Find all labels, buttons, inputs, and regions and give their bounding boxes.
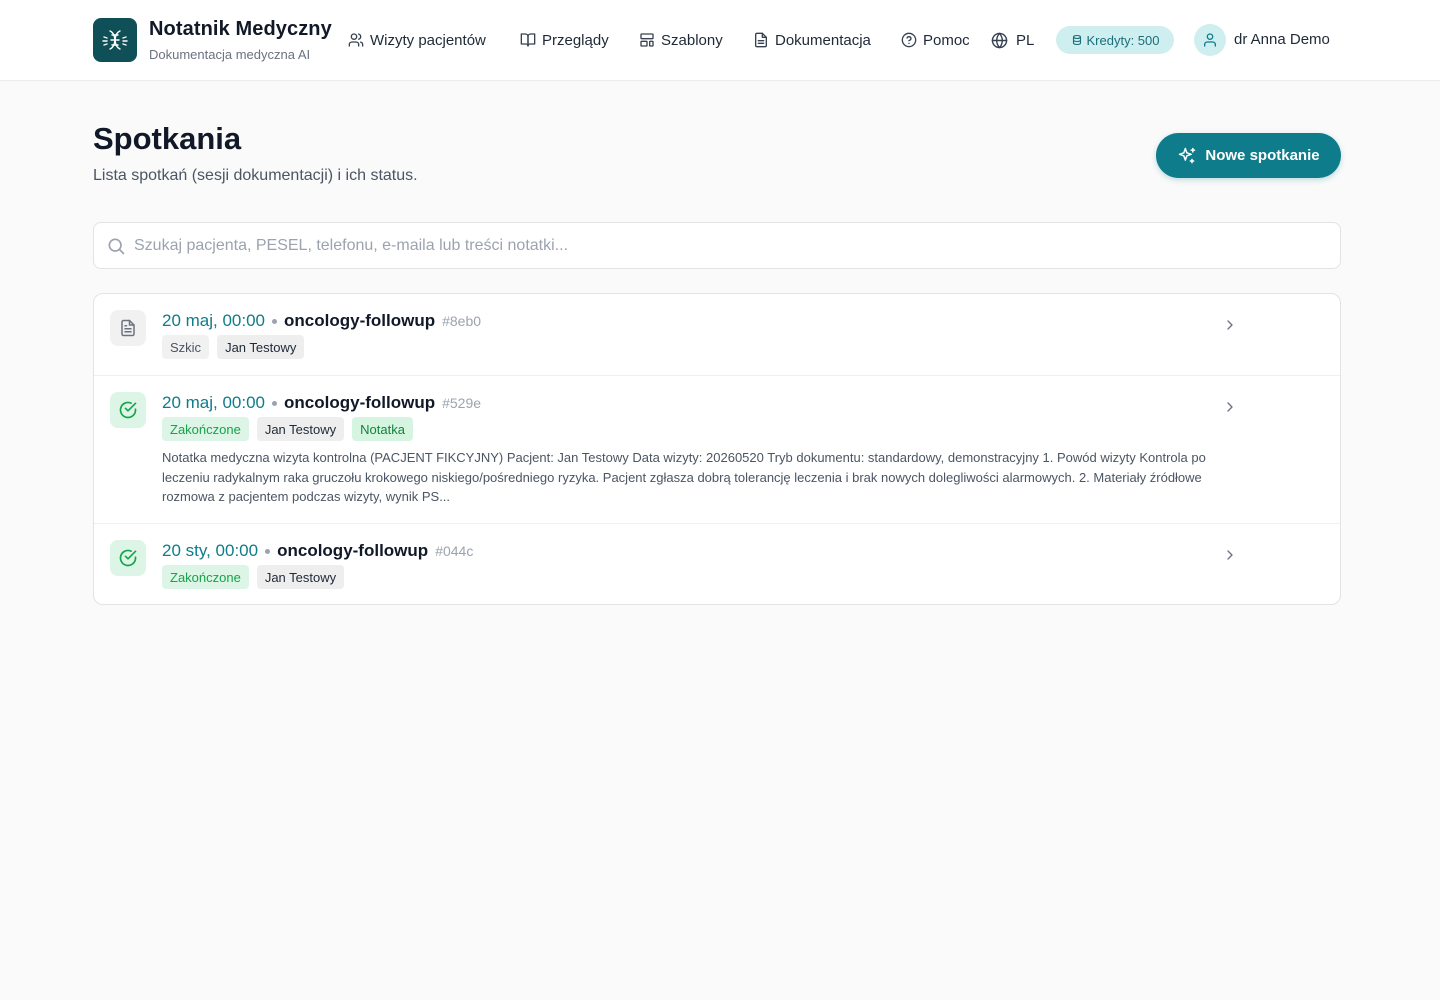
language-switcher[interactable]: PL — [991, 29, 1034, 51]
book-open-icon — [520, 33, 536, 47]
page-subtitle: Lista spotkań (sesji dokumentacji) i ich… — [93, 167, 418, 184]
separator-dot — [265, 548, 271, 554]
encounter-type: oncology-followup — [284, 393, 436, 412]
encounter-type: oncology-followup — [284, 311, 436, 330]
status-badge: Zakończone — [162, 565, 249, 589]
new-encounter-label: Nowe spotkanie — [1205, 147, 1320, 164]
user-avatar[interactable] — [1194, 24, 1226, 56]
users-icon — [348, 33, 364, 47]
nav-item-templates[interactable]: Szablony — [639, 29, 723, 51]
patient-badge: Jan Testowy — [217, 335, 305, 359]
app-logo[interactable] — [93, 18, 137, 62]
separator-dot — [272, 400, 278, 406]
encounter-date: 20 maj, 00:00 — [162, 393, 266, 412]
language-label: PL — [1016, 31, 1035, 49]
user-name[interactable]: dr Anna Demo — [1234, 31, 1330, 48]
encounter-tags: Szkic Jan Testowy — [162, 335, 305, 359]
encounter-row[interactable]: 20 maj, 00:00 oncology-followup #529e Za… — [94, 376, 1340, 524]
chevron-right-icon[interactable] — [1222, 317, 1238, 333]
globe-icon — [991, 32, 1008, 48]
encounter-header: 20 maj, 00:00 oncology-followup #529e — [162, 392, 481, 414]
status-icon-completed — [110, 540, 146, 576]
chevron-right-icon[interactable] — [1222, 547, 1238, 563]
search-input[interactable] — [134, 223, 1329, 268]
status-icon-draft — [110, 310, 146, 346]
chevron-right-icon[interactable] — [1222, 399, 1238, 415]
encounter-tags: Zakończone Jan Testowy Notatka — [162, 417, 413, 441]
encounters-list: 20 maj, 00:00 oncology-followup #8eb0 Sz… — [93, 293, 1341, 605]
user-icon — [1204, 33, 1216, 47]
sparkles-icon — [1179, 147, 1196, 163]
search-box — [93, 222, 1341, 269]
credits-badge[interactable]: Kredyty: 500 — [1056, 26, 1174, 54]
nav-label: Szablony — [661, 31, 723, 49]
check-circle-icon — [119, 401, 137, 419]
patient-badge: Jan Testowy — [256, 565, 345, 589]
new-encounter-button[interactable]: Nowe spotkanie — [1156, 133, 1341, 178]
encounter-date: 20 sty, 00:00 — [162, 541, 259, 560]
check-circle-icon — [119, 549, 137, 567]
nav-item-patient-visits[interactable]: Wizyty pacjentów — [348, 29, 486, 51]
status-icon-completed — [110, 392, 146, 428]
note-snippet: Notatka medyczna wizyta kontrolna (PACJE… — [162, 450, 1206, 504]
coins-icon — [1072, 34, 1081, 46]
brand-title[interactable]: Notatnik Medyczny — [149, 18, 332, 41]
nav-label: Dokumentacja — [775, 31, 871, 49]
encounter-header: 20 sty, 00:00 oncology-followup #044c — [162, 540, 473, 562]
separator-dot — [272, 318, 278, 324]
top-navigation-bar: Notatnik Medyczny Dokumentacja medyczna … — [0, 0, 1440, 81]
patient-badge: Jan Testowy — [256, 417, 345, 441]
nav-label: Wizyty pacjentów — [370, 31, 486, 49]
encounter-row[interactable]: 20 maj, 00:00 oncology-followup #8eb0 Sz… — [94, 294, 1340, 376]
status-badge: Zakończone — [162, 417, 249, 441]
logo-icon — [102, 30, 128, 50]
page-title: Spotkania — [93, 121, 242, 156]
encounter-type: oncology-followup — [277, 541, 429, 560]
note-badge: Notatka — [352, 417, 413, 441]
search-icon — [108, 238, 125, 255]
brand-subtitle: Dokumentacja medyczna AI — [149, 47, 311, 62]
encounter-id: #529e — [442, 395, 482, 411]
encounter-id: #8eb0 — [442, 313, 482, 329]
encounter-id: #044c — [435, 543, 474, 559]
encounter-tags: Zakończone Jan Testowy — [162, 565, 345, 589]
nav-item-reviews[interactable]: Przeglądy — [520, 29, 609, 51]
help-circle-icon — [901, 32, 917, 48]
credits-label: Kredyty: 500 — [1086, 32, 1160, 48]
nav-label: Pomoc — [923, 31, 970, 49]
encounter-row[interactable]: 20 sty, 00:00 oncology-followup #044c Za… — [94, 524, 1340, 604]
status-badge: Szkic — [162, 335, 210, 359]
file-text-icon — [121, 319, 135, 337]
nav-label: Przeglądy — [542, 31, 609, 49]
file-text-icon — [755, 32, 767, 48]
encounter-header: 20 maj, 00:00 oncology-followup #8eb0 — [162, 310, 481, 332]
nav-item-help[interactable]: Pomoc — [901, 29, 970, 51]
encounter-date: 20 maj, 00:00 — [162, 311, 266, 330]
nav-item-documentation[interactable]: Dokumentacja — [753, 29, 871, 51]
layout-template-icon — [640, 33, 654, 47]
